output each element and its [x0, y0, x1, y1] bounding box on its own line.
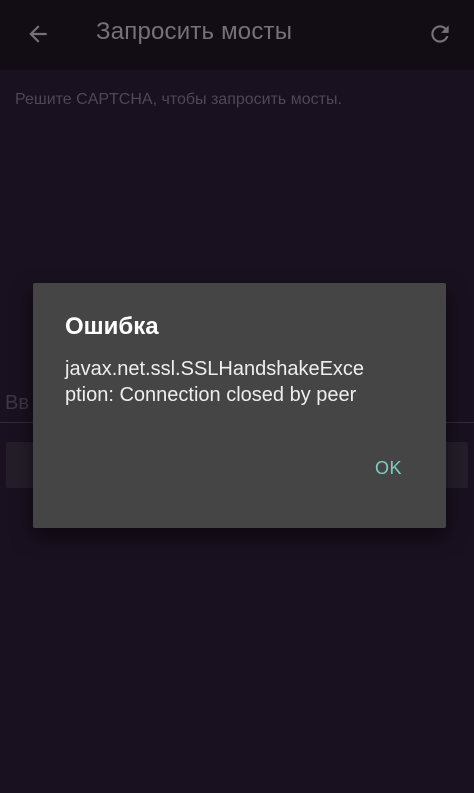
dialog-message: javax.net.ssl.SSLHandshakeException: Con…: [65, 358, 365, 406]
dialog-title: Ошибка: [65, 313, 159, 340]
error-dialog: Ошибка javax.net.ssl.SSLHandshakeExcepti…: [33, 283, 446, 528]
ok-button[interactable]: OK: [375, 458, 402, 479]
screen: Запросить мосты Решите CAPTCHA, чтобы за…: [0, 0, 474, 793]
